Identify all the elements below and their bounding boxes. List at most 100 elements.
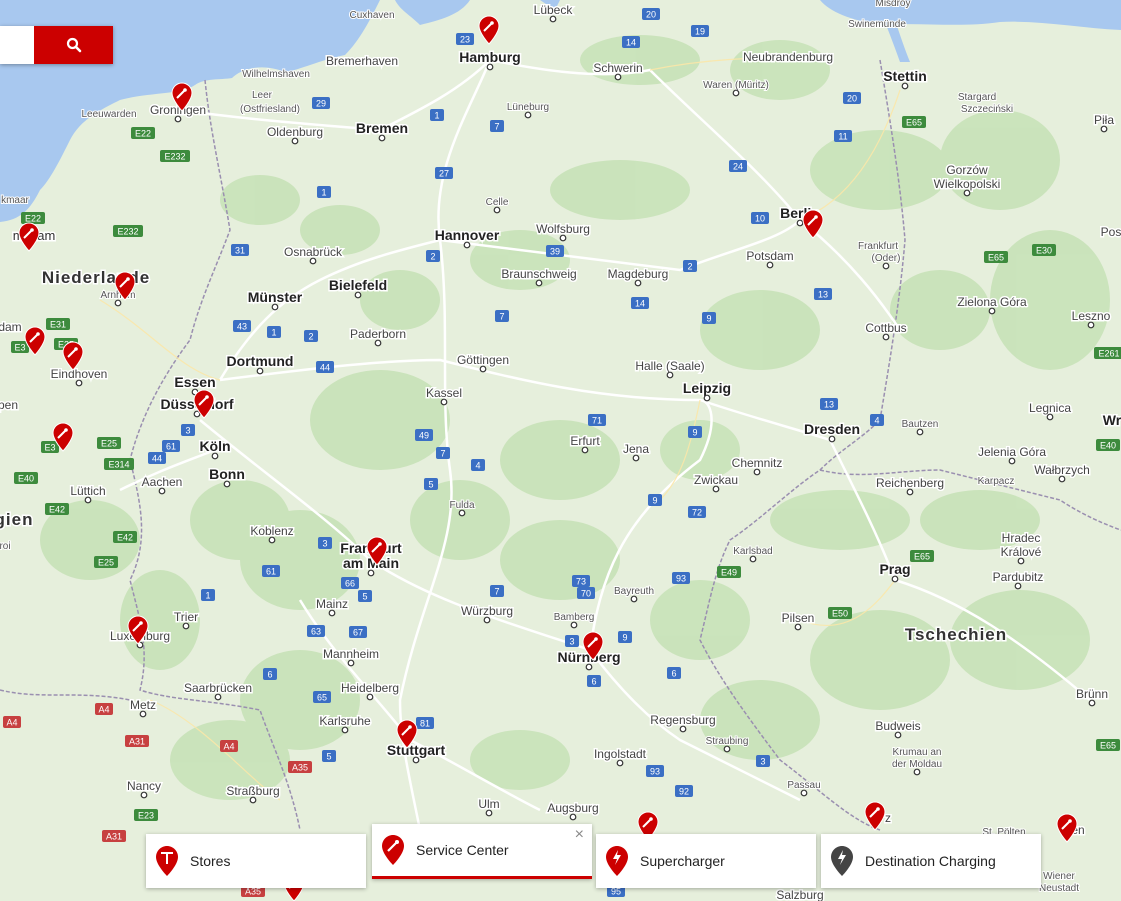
city-dot xyxy=(493,206,501,214)
motorway-shield: 3 xyxy=(565,635,579,647)
city-dot xyxy=(891,575,899,583)
place-label: Králové xyxy=(1001,545,1042,559)
motorway-shield: 9 xyxy=(688,426,702,438)
place-label: Köln xyxy=(199,438,230,454)
place-label: Bremerhaven xyxy=(326,54,398,68)
place-label: dam xyxy=(0,320,22,334)
motorway-shield: 7 xyxy=(490,585,504,597)
shield-label: 7 xyxy=(494,122,499,132)
city-dot xyxy=(1046,413,1054,421)
place-label: Bremen xyxy=(356,120,408,136)
place-label: Piła xyxy=(1094,113,1114,127)
city-dot xyxy=(894,731,902,739)
city-dot xyxy=(211,452,219,460)
place-label: Zwickau xyxy=(694,473,738,487)
filter-destination-charging[interactable]: Destination Charging xyxy=(821,834,1041,888)
city-dot xyxy=(1014,582,1022,590)
shield-label: 61 xyxy=(266,567,276,577)
place-label: Tschechien xyxy=(905,625,1007,644)
shield-label: 43 xyxy=(237,322,247,332)
place-label: Stettin xyxy=(883,68,927,84)
filter-stores[interactable]: Stores xyxy=(146,834,366,888)
city-dot xyxy=(796,219,804,227)
place-label: Straßburg xyxy=(226,784,279,798)
close-icon[interactable]: × xyxy=(575,827,584,843)
shield-label: A4 xyxy=(223,742,234,752)
place-label: Ingolstadt xyxy=(594,747,647,761)
euro-route-shield: E232 xyxy=(160,150,190,162)
shield-label: E314 xyxy=(108,460,129,470)
shield-label: 61 xyxy=(166,442,176,452)
place-label: Ulm xyxy=(478,797,499,811)
filter-label-stores: Stores xyxy=(190,853,231,869)
shield-label: 2 xyxy=(308,332,313,342)
search-input[interactable] xyxy=(0,26,34,64)
euro-route-shield: E30 xyxy=(1032,244,1056,256)
city-dot xyxy=(749,555,757,563)
place-label: Budweis xyxy=(875,719,920,733)
shield-label: 4 xyxy=(874,416,879,426)
city-dot xyxy=(1100,125,1108,133)
euro-route-shield: E261 xyxy=(1094,347,1121,359)
city-dot xyxy=(712,485,720,493)
city-dot xyxy=(882,262,890,270)
filter-service-center[interactable]: Service Center × xyxy=(372,824,592,879)
shield-label: 27 xyxy=(439,169,449,179)
motorway-shield: 3 xyxy=(756,755,770,767)
place-label: pen xyxy=(0,398,18,412)
place-label: Celle xyxy=(486,197,509,208)
place-label: Dortmund xyxy=(227,353,294,369)
shield-label: E65 xyxy=(1100,741,1116,751)
place-label: Swinemünde xyxy=(848,19,906,30)
shield-label: 2 xyxy=(430,252,435,262)
city-dot xyxy=(366,693,374,701)
place-label: Legnica xyxy=(1029,401,1071,415)
map-canvas[interactable]: 2023 1419129 20711E65E22E23227241E22E23210… xyxy=(0,0,1121,901)
supercharger-pin-icon xyxy=(606,846,628,876)
national-road-shield: A4 xyxy=(95,703,113,715)
place-label: Bayreuth xyxy=(614,586,654,597)
motorway-shield: 39 xyxy=(546,245,564,257)
motorway-shield: 2 xyxy=(426,250,440,262)
place-label: Hannover xyxy=(435,227,500,243)
place-label: Augsburg xyxy=(547,801,598,815)
national-road-shield: A4 xyxy=(3,716,21,728)
place-label: Leer xyxy=(252,90,273,101)
destination-charging-pin-icon xyxy=(831,846,853,876)
euro-route-shield: E314 xyxy=(104,458,134,470)
shield-label: E232 xyxy=(117,227,138,237)
city-dot xyxy=(1088,699,1096,707)
city-dot xyxy=(630,595,638,603)
place-label: der Moldau xyxy=(892,759,942,770)
shield-label: 81 xyxy=(420,719,430,729)
place-label: Leeuwarden xyxy=(81,109,136,120)
filter-label-service-center: Service Center xyxy=(416,842,509,858)
motorway-shield: 9 xyxy=(618,631,632,643)
motorway-shield: 70 xyxy=(577,587,595,599)
place-label: Stargard xyxy=(958,92,996,103)
city-dot xyxy=(828,435,836,443)
euro-route-shield: E25 xyxy=(97,437,121,449)
shield-label: 1 xyxy=(205,591,210,601)
search-button[interactable] xyxy=(34,26,113,64)
place-label: Szczeciński xyxy=(961,104,1013,115)
place-label: Nancy xyxy=(127,779,161,793)
city-dot xyxy=(268,536,276,544)
place-label: Koblenz xyxy=(250,524,293,538)
euro-route-shield: E22 xyxy=(131,127,155,139)
motorway-shield: 23 xyxy=(456,33,474,45)
euro-route-shield: E31 xyxy=(46,318,70,330)
shield-label: E65 xyxy=(988,253,1004,263)
shield-label: 73 xyxy=(576,577,586,587)
motorway-shield: 5 xyxy=(424,478,438,490)
motorway-shield: 43 xyxy=(233,320,251,332)
shield-label: 7 xyxy=(494,587,499,597)
place-label: roi xyxy=(0,541,11,552)
city-dot xyxy=(723,745,731,753)
place-label: Zielona Góra xyxy=(957,295,1027,309)
shield-label: 31 xyxy=(235,246,245,256)
place-label: Pos xyxy=(1101,225,1121,239)
motorway-shield: 73 xyxy=(572,575,590,587)
filter-supercharger[interactable]: Supercharger xyxy=(596,834,816,888)
city-dot xyxy=(524,111,532,119)
